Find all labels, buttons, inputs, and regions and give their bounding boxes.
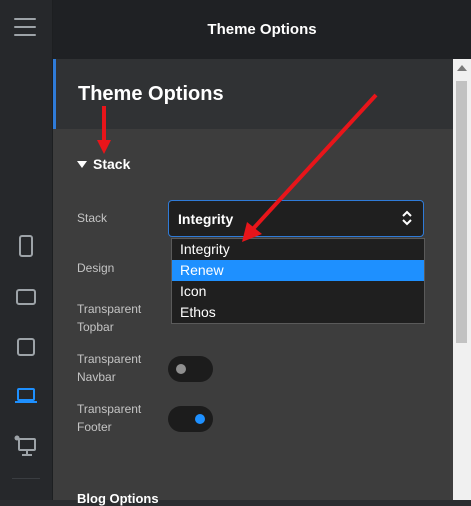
phone-icon[interactable] bbox=[14, 234, 38, 258]
stack-option-renew[interactable]: Renew bbox=[172, 260, 424, 281]
toggle-knob bbox=[195, 414, 205, 424]
transparent-footer-label-line1: Transparent bbox=[77, 402, 142, 416]
stack-option-icon[interactable]: Icon bbox=[172, 281, 424, 302]
transparent-navbar-label-line2: Navbar bbox=[77, 370, 116, 384]
transparent-navbar-label-line1: Transparent bbox=[77, 352, 142, 366]
stack-select[interactable]: Integrity bbox=[168, 200, 424, 237]
panel-heading: Theme Options bbox=[78, 83, 224, 105]
stack-label: Stack bbox=[77, 211, 108, 225]
laptop-icon[interactable] bbox=[14, 384, 38, 408]
scrollbar-thumb[interactable] bbox=[456, 81, 467, 343]
top-header: Theme Options bbox=[53, 0, 471, 60]
header-title: Theme Options bbox=[207, 21, 317, 38]
toggle-knob bbox=[176, 364, 186, 374]
transparent-footer-label: Transparent Footer bbox=[77, 400, 141, 436]
transparent-footer-label-line2: Footer bbox=[77, 420, 112, 434]
stack-select-value: Integrity bbox=[178, 211, 234, 227]
transparent-navbar-toggle[interactable] bbox=[168, 356, 213, 382]
transparent-topbar-label-line1: Transparent bbox=[77, 302, 142, 316]
tablet-icon[interactable] bbox=[14, 335, 38, 359]
device-rail bbox=[0, 0, 53, 500]
panel-scrollbar[interactable] bbox=[453, 59, 471, 500]
next-section-heading-partial: Blog Options bbox=[77, 491, 159, 506]
stack-section-toggle[interactable]: Stack bbox=[77, 156, 130, 172]
desktop-icon[interactable] bbox=[14, 434, 38, 458]
stack-option-ethos[interactable]: Ethos bbox=[172, 302, 424, 323]
triangle-down-icon bbox=[77, 160, 87, 168]
transparent-navbar-label: Transparent Navbar bbox=[77, 350, 141, 386]
transparent-footer-toggle[interactable] bbox=[168, 406, 213, 432]
tablet-landscape-icon[interactable] bbox=[14, 285, 38, 309]
rail-divider bbox=[12, 478, 40, 479]
stack-dropdown: Integrity Renew Icon Ethos bbox=[171, 238, 425, 324]
panel-heading-bar: Theme Options bbox=[53, 59, 453, 129]
scroll-up-arrow-icon[interactable] bbox=[457, 65, 467, 71]
theme-options-panel: Theme Options Stack Stack Integrity Inte… bbox=[53, 59, 453, 506]
transparent-topbar-label: Transparent Topbar bbox=[77, 300, 141, 336]
section-title: Stack bbox=[93, 156, 131, 172]
stack-option-integrity[interactable]: Integrity bbox=[172, 239, 424, 260]
menu-icon[interactable] bbox=[14, 18, 36, 36]
chevron-up-down-icon bbox=[402, 210, 412, 226]
transparent-topbar-label-line2: Topbar bbox=[77, 320, 114, 334]
design-label: Design bbox=[77, 261, 115, 275]
